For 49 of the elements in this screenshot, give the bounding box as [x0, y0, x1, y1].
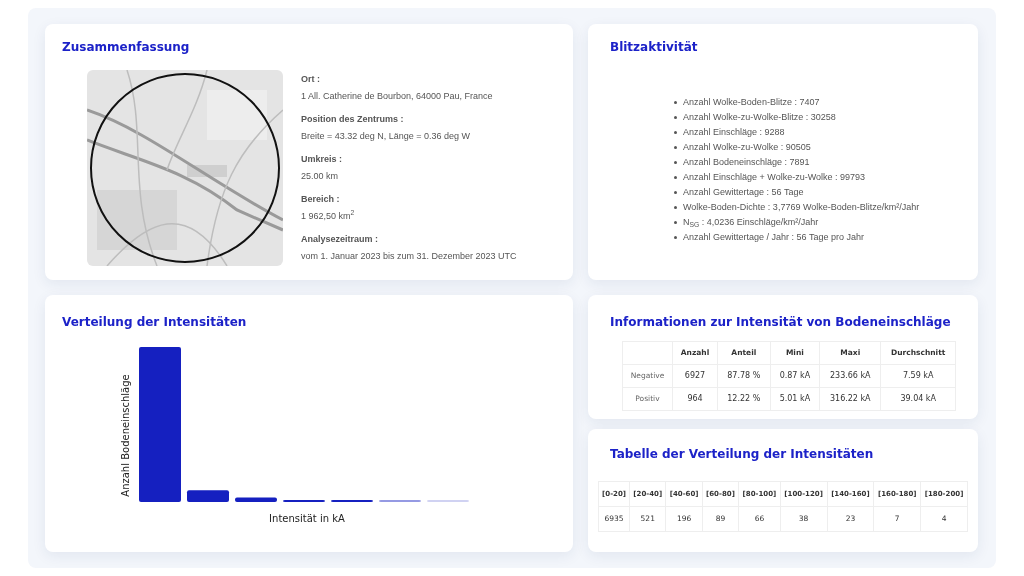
- table-cell: 964: [672, 387, 718, 411]
- card-title: Verteilung der Intensitäten: [62, 314, 248, 331]
- stat-item: Anzahl Gewittertage : 56 Tage: [683, 186, 804, 199]
- bullet-icon: [674, 116, 677, 120]
- x-axis-label: Intensität in kA: [269, 512, 345, 526]
- field-label: Analysezeitraum :: [301, 233, 380, 246]
- field-label: Position des Zentrums :: [301, 113, 405, 126]
- bullet-icon: [674, 236, 677, 240]
- table-cell: 233.66 kA: [819, 364, 881, 388]
- stat-item: Anzahl Gewittertage / Jahr : 56 Tage pro Jahr: [683, 231, 864, 244]
- field-value: Breite = 43.32 deg N, Länge = 0.36 deg W: [301, 129, 472, 143]
- field-label: Ort :: [301, 73, 321, 86]
- bar: [235, 497, 277, 502]
- field-value: 25.00 km: [301, 169, 340, 183]
- card-title: Blitzaktivität: [610, 39, 699, 56]
- table-cell: 316.22 kA: [819, 387, 881, 411]
- stat-item: Wolke-Boden-Dichte : 3,7769 Wolke-Boden-Blitze/km²/Jahr: [683, 201, 920, 214]
- field-value: 1 All. Catherine de Bourbon, 64000 Pau, France: [301, 89, 494, 103]
- table-cell: 39.04 kA: [880, 387, 956, 411]
- table-cell: 5.01 kA: [770, 387, 820, 411]
- table-cell: 87.78 %: [717, 364, 771, 388]
- stat-item: Anzahl Wolke-zu-Wolke-Blitze : 30258: [683, 111, 836, 124]
- field-value: vom 1. Januar 2023 bis zum 31. Dezember 2023 UTC: [301, 249, 517, 263]
- bullet-icon: [674, 146, 677, 150]
- bullet-icon: [674, 221, 677, 225]
- field-value: 1 962,50 km$^{2}$: [301, 209, 356, 223]
- stat-item: Anzahl Wolke-zu-Wolke : 90505: [683, 141, 811, 154]
- table-cell: 7.59 kA: [880, 364, 956, 388]
- card-title: Zusammenfassung: [62, 39, 191, 56]
- stat-item: Anzahl Einschläge + Wolke-zu-Wolke : 99793: [683, 171, 866, 184]
- bullet-icon: [674, 131, 677, 135]
- stat-item: N$_{SG}$ : 4,0236 Einschläge/km²/Jahr: [683, 216, 819, 230]
- card-title: Informationen zur Intensität von Bodeneinschläge: [610, 314, 952, 331]
- table-cell: 6927: [672, 364, 718, 388]
- table-cell: 12.22 %: [717, 387, 771, 411]
- stat-item: Anzahl Einschläge : 9288: [683, 126, 785, 139]
- field-label: Bereich :: [301, 193, 341, 206]
- bullet-icon: [674, 191, 677, 195]
- card-title: Tabelle der Verteilung der Intensitäten: [610, 446, 875, 463]
- bullet-icon: [674, 206, 677, 210]
- bullet-icon: [674, 101, 677, 105]
- stat-item: Anzahl Wolke-Boden-Blitze : 7407: [683, 96, 820, 109]
- y-axis-label: Anzahl Bodeneinschläge: [118, 374, 132, 497]
- stat-item: Anzahl Bodeneinschläge : 7891: [683, 156, 810, 169]
- bar: [187, 490, 229, 502]
- bullet-icon: [674, 161, 677, 165]
- field-label: Umkreis :: [301, 153, 344, 166]
- table-cell: 0.87 kA: [770, 364, 820, 388]
- bullet-icon: [674, 176, 677, 180]
